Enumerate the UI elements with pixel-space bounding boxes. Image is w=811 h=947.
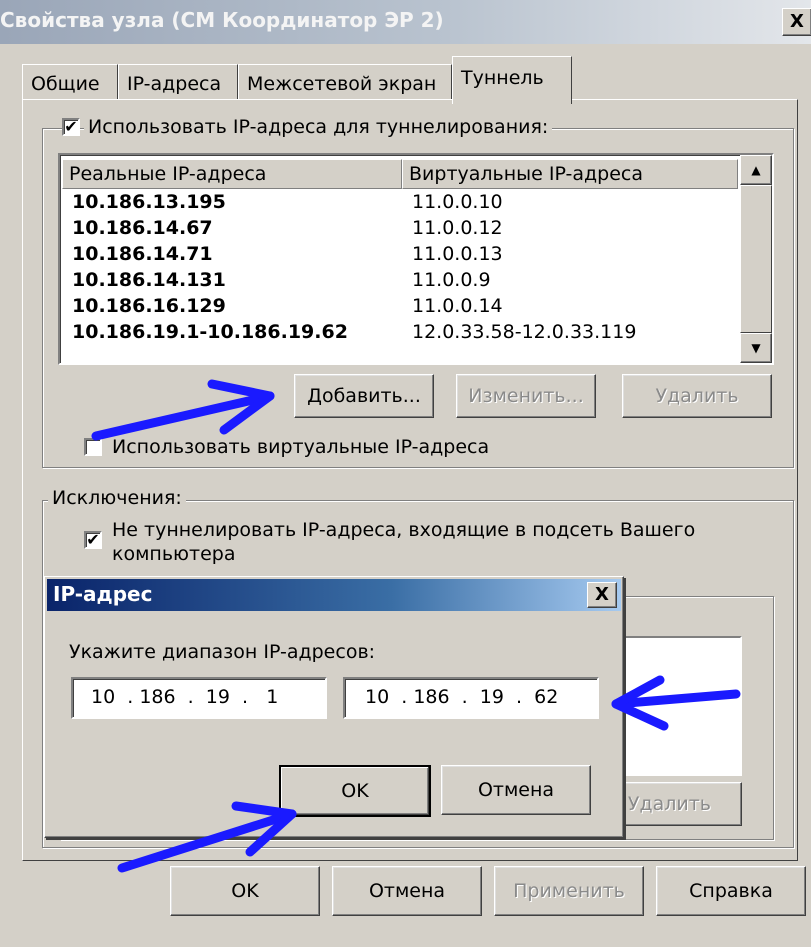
- tab-tunnel[interactable]: Туннель: [452, 56, 572, 104]
- annotation-arrows: [91, 379, 741, 873]
- properties-dialog: Свойства узла (СМ Координатор ЭР 2) X Об…: [0, 0, 811, 947]
